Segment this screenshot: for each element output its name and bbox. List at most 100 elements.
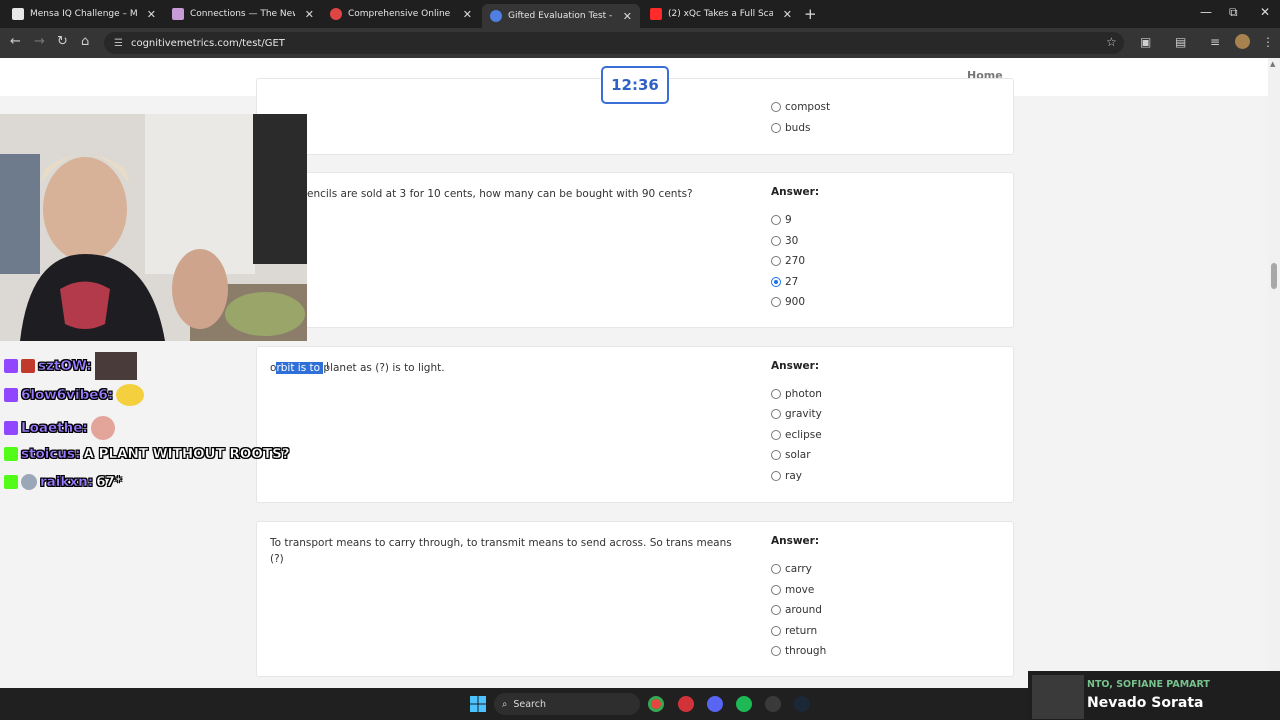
radio-button[interactable] [771, 297, 781, 307]
scroll-up-arrow-icon[interactable]: ▲ [1270, 60, 1275, 68]
radio-button-selected[interactable] [771, 277, 781, 287]
answer-option[interactable]: compost [771, 101, 830, 113]
countdown-timer: 12:36 [601, 66, 669, 104]
tab-close-icon[interactable]: ✕ [623, 10, 632, 23]
tab-close-icon[interactable]: ✕ [305, 8, 314, 21]
radio-button[interactable] [771, 471, 781, 481]
option-label: 900 [785, 296, 806, 308]
extensions-icon[interactable]: ▣ [1140, 35, 1151, 49]
option-label: move [785, 584, 815, 596]
radio-button[interactable] [771, 256, 781, 266]
site-settings-icon[interactable]: ☰ [114, 38, 123, 49]
answer-option[interactable]: around [771, 604, 822, 616]
radio-button[interactable] [771, 605, 781, 615]
option-label: around [785, 604, 822, 616]
twitch-badge-icon [4, 359, 18, 373]
youtube-favicon-icon [650, 8, 662, 20]
chrome-icon[interactable] [648, 696, 664, 712]
answer-option[interactable]: eclipse [771, 429, 822, 441]
app-icon[interactable] [765, 696, 781, 712]
tab-title: (2) xQc Takes a Full Scale IQ Te [668, 9, 773, 19]
question-text: To transport means to carry through, to … [270, 537, 732, 565]
tab-mensa[interactable]: Mensa IQ Challenge – Mensa I ✕ [4, 4, 164, 24]
window-close-icon[interactable]: ✕ [1260, 5, 1270, 19]
radio-button[interactable] [771, 564, 781, 574]
track-title: Nevado Sorata [1087, 695, 1204, 711]
answer-option[interactable]: gravity [771, 408, 822, 420]
answer-option[interactable]: 9 [771, 214, 792, 226]
tab-title: Gifted Evaluation Test - Quick, [508, 11, 613, 21]
profile-avatar[interactable] [1235, 34, 1250, 49]
answer-option[interactable]: 900 [771, 296, 805, 308]
new-tab-button[interactable]: + [804, 5, 817, 23]
radio-button[interactable] [771, 215, 781, 225]
answer-option[interactable]: carry [771, 563, 812, 575]
track-artist: NTO, SOFIANE PAMART [1087, 679, 1210, 690]
tab-close-icon[interactable]: ✕ [463, 8, 472, 21]
radio-button[interactable] [771, 123, 781, 133]
tab-close-icon[interactable]: ✕ [147, 8, 156, 21]
bookmark-star-icon[interactable]: ☆ [1106, 35, 1117, 49]
back-arrow-icon[interactable]: ← [10, 34, 21, 49]
radio-button[interactable] [771, 430, 781, 440]
maximize-icon[interactable]: ⧉ [1229, 5, 1238, 20]
steam-icon[interactable] [794, 696, 810, 712]
tab-connections[interactable]: Connections — The New York T ✕ [164, 4, 322, 24]
radio-button[interactable] [771, 646, 781, 656]
tab-title: Mensa IQ Challenge – Mensa I [30, 9, 137, 19]
browser-menu-icon[interactable]: ⋮ [1262, 35, 1274, 49]
forward-arrow-icon[interactable]: → [34, 34, 45, 49]
address-bar[interactable]: ☰ cognitivemetrics.com/test/GET [104, 32, 1124, 54]
option-label: gravity [785, 408, 822, 420]
radio-button[interactable] [771, 585, 781, 595]
answer-option[interactable]: return [771, 625, 817, 637]
app-icon[interactable] [678, 696, 694, 712]
discord-icon[interactable] [707, 696, 723, 712]
answer-option[interactable]: photon [771, 388, 822, 400]
answer-option[interactable]: ray [771, 470, 802, 482]
tab-youtube-xqc[interactable]: (2) xQc Takes a Full Scale IQ Te ✕ [642, 4, 800, 24]
sidebar-icon[interactable]: ▤ [1175, 35, 1186, 49]
tab-close-icon[interactable]: ✕ [783, 8, 792, 21]
media-control-icon[interactable]: ≡ [1210, 35, 1220, 49]
url-text: cognitivemetrics.com/test/GET [130, 37, 285, 49]
chat-username: raikxn: [40, 474, 94, 490]
home-icon[interactable]: ⌂ [81, 34, 89, 49]
tab-title: Connections — The New York T [190, 9, 295, 19]
chat-username: Loaethe: [21, 420, 88, 436]
option-label: 270 [785, 255, 806, 267]
nyt-favicon-icon [172, 8, 184, 20]
answer-option[interactable]: buds [771, 122, 810, 134]
answer-option[interactable]: 30 [771, 235, 798, 247]
option-label: buds [785, 122, 811, 134]
answer-option[interactable]: 270 [771, 255, 805, 267]
answer-option[interactable]: 27 [771, 276, 798, 288]
answer-option[interactable]: move [771, 584, 814, 596]
taskbar-search[interactable]: ⌕ Search [494, 693, 640, 715]
radio-button[interactable] [771, 389, 781, 399]
webcam-overlay [0, 114, 307, 341]
tab-comprehensive-iq[interactable]: Comprehensive Online IQ Test ✕ [322, 4, 480, 24]
radio-button[interactable] [771, 450, 781, 460]
minimize-icon[interactable]: — [1200, 5, 1212, 19]
scrollbar-thumb[interactable] [1271, 263, 1277, 289]
question-text: orbit is to planet as (?) is to light. [270, 360, 740, 376]
webcam-feed-image [0, 114, 307, 341]
iq-favicon-icon [330, 8, 342, 20]
question-text-part: planet as (?) is to light. [323, 362, 445, 374]
tab-title: Comprehensive Online IQ Test [348, 9, 453, 19]
radio-button[interactable] [771, 409, 781, 419]
radio-button[interactable] [771, 102, 781, 112]
tab-gifted-evaluation[interactable]: Gifted Evaluation Test - Quick, ✕ [482, 4, 640, 28]
answer-option[interactable]: through [771, 645, 826, 657]
question-card: To transport means to carry through, to … [256, 521, 1014, 677]
radio-button[interactable] [771, 236, 781, 246]
browser-tab-strip: Mensa IQ Challenge – Mensa I ✕ Connectio… [0, 0, 1280, 28]
chat-message: raikxn: 67* [4, 474, 122, 490]
answer-option[interactable]: solar [771, 449, 811, 461]
windows-start-icon[interactable] [470, 696, 486, 712]
reload-icon[interactable]: ↻ [57, 34, 68, 49]
radio-button[interactable] [771, 626, 781, 636]
page-scrollbar[interactable]: ▲ ▼ [1268, 58, 1280, 688]
spotify-icon[interactable] [736, 696, 752, 712]
